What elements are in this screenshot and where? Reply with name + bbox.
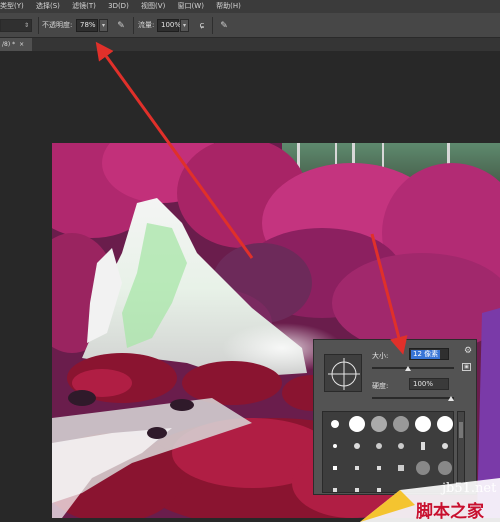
arrow-to-size-field xyxy=(370,233,408,355)
annotation-arrows xyxy=(95,41,408,355)
watermark-site: jb51.net xyxy=(442,481,497,496)
arrow-to-opacity xyxy=(95,41,254,259)
watermark-name: 脚本之家 xyxy=(416,502,484,522)
